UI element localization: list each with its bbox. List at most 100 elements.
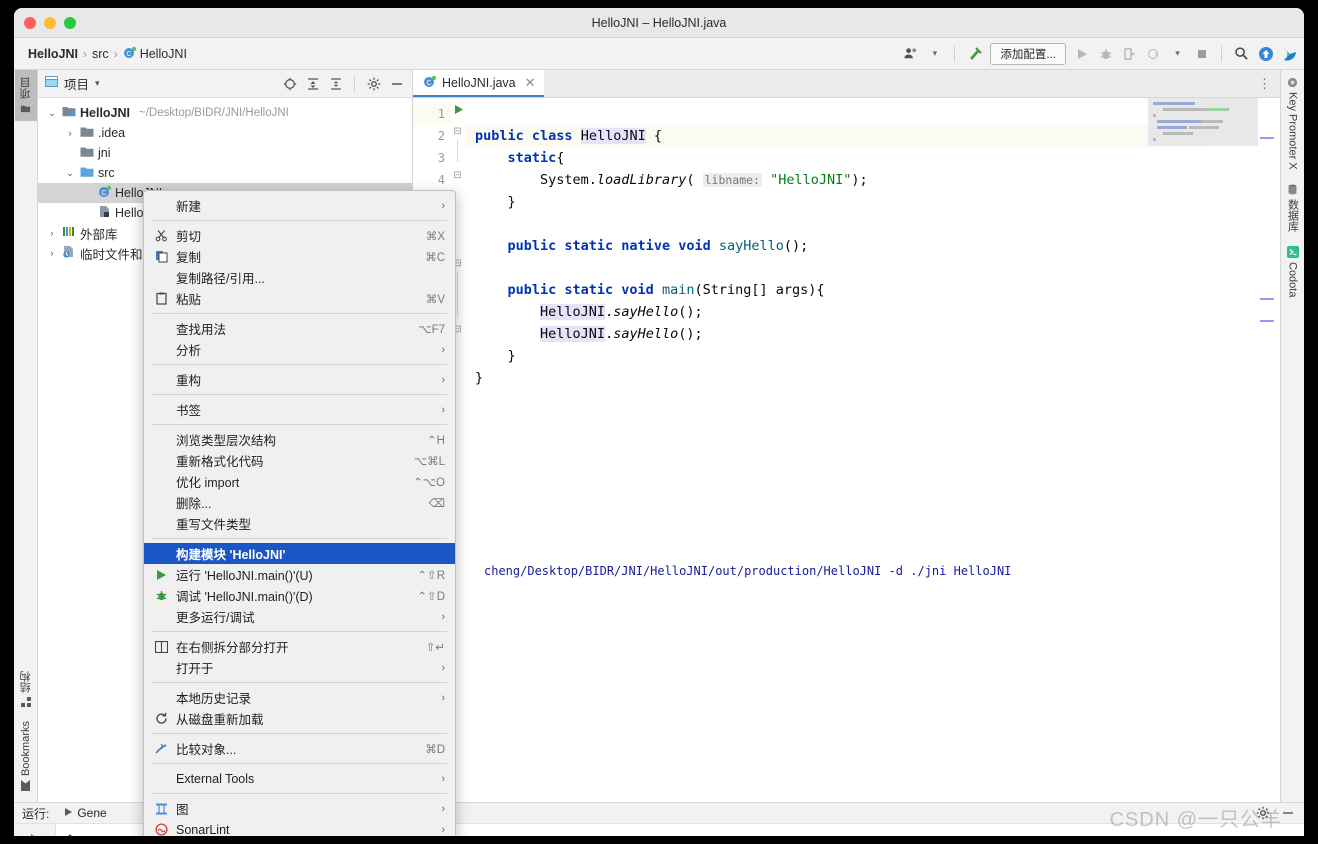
run-tab-general[interactable]: Gene bbox=[57, 803, 112, 823]
code-line-2: static{ bbox=[507, 150, 565, 166]
code-minimap[interactable] bbox=[1148, 98, 1258, 146]
editor-options-icon[interactable]: ⋮ bbox=[1258, 76, 1272, 92]
rerun-icon[interactable] bbox=[24, 829, 46, 836]
menu-item-find-usages[interactable]: 查找用法 ⌥F7 bbox=[144, 318, 455, 339]
sidebar-item-codota[interactable]: Codota bbox=[1284, 239, 1302, 304]
panel-divider bbox=[354, 75, 355, 92]
tree-row-hellojni-module[interactable]: ⌄ HelloJNI ~/Desktop/BIDR/JNI/HelloJNI bbox=[38, 103, 412, 123]
stop-icon[interactable] bbox=[1193, 45, 1210, 62]
tree-row-idea[interactable]: › .idea bbox=[38, 123, 412, 143]
update-icon[interactable] bbox=[1257, 45, 1274, 62]
gear-icon[interactable] bbox=[1254, 805, 1271, 822]
menu-item-type-hierarchy[interactable]: 浏览类型层次结构 ⌃H bbox=[144, 429, 455, 450]
code-content[interactable]: public class HelloJNI { static{ System.l… bbox=[465, 98, 1202, 802]
locate-icon[interactable] bbox=[281, 75, 298, 92]
tree-label: HelloJNI bbox=[80, 106, 131, 120]
sidebar-item-key-promoter[interactable]: Key Promoter X bbox=[1284, 70, 1302, 177]
chevron-right-icon[interactable]: › bbox=[46, 248, 58, 258]
menu-item-label: 运行 'HelloJNI.main()'(U) bbox=[176, 569, 313, 583]
code-editor[interactable]: 1 2 3 4 ⊟ ⊟ ⊟ ⊟ public class HelloJNI { bbox=[413, 98, 1280, 802]
menu-item-split-right[interactable]: 在右侧拆分部分打开 ⇧↵ bbox=[144, 636, 455, 657]
menu-item-sonarlint[interactable]: SonarLint › bbox=[144, 819, 455, 836]
sidebar-item-database[interactable]: 数据库 bbox=[1282, 177, 1304, 239]
close-icon[interactable]: ✕ bbox=[525, 75, 536, 91]
minimize-icon[interactable] bbox=[1279, 805, 1296, 822]
breadcrumb-file[interactable]: C HelloJNI bbox=[123, 46, 187, 62]
up-icon[interactable] bbox=[59, 829, 81, 836]
fold-marker-icon[interactable]: ⊟ bbox=[451, 126, 464, 137]
ide-window: HelloJNI – HelloJNI.java HelloJNI › src … bbox=[14, 8, 1304, 836]
menu-item-more-run-debug[interactable]: 更多运行/调试 › bbox=[144, 606, 455, 627]
scratches-icon bbox=[62, 245, 76, 261]
menu-item-build-module[interactable]: 构建模块 'HelloJNI' bbox=[144, 543, 455, 564]
user-icon[interactable] bbox=[902, 45, 919, 62]
menu-item-shortcut: ⌃⇧D bbox=[417, 590, 445, 603]
scroll-marker[interactable] bbox=[1260, 320, 1274, 322]
key-promoter-icon bbox=[1287, 77, 1299, 88]
menu-item-analyze[interactable]: 分析 › bbox=[144, 339, 455, 360]
chevron-right-icon[interactable]: › bbox=[46, 228, 58, 238]
chevron-down-icon[interactable]: ▾ bbox=[95, 78, 100, 89]
editor-scrollbar[interactable] bbox=[1258, 98, 1280, 802]
chevron-down-icon[interactable]: ▾ bbox=[926, 45, 943, 62]
menu-item-copy-path[interactable]: 复制路径/引用... bbox=[144, 267, 455, 288]
menu-item-shortcut: ⌘V bbox=[425, 293, 445, 306]
tab-hellojni-java[interactable]: C HelloJNI.java ✕ bbox=[413, 70, 544, 97]
menu-item-cut[interactable]: 剪切 ⌘X bbox=[144, 225, 455, 246]
add-configuration-button[interactable]: 添加配置... bbox=[990, 42, 1066, 65]
menu-item-optimize-imports[interactable]: 优化 import ⌃⌥O bbox=[144, 471, 455, 492]
chevron-down-icon[interactable]: ▾ bbox=[1169, 45, 1186, 62]
expand-all-icon[interactable] bbox=[304, 75, 321, 92]
minimap-row bbox=[1201, 120, 1223, 123]
code-line-12: } bbox=[475, 370, 484, 386]
codota-icon[interactable] bbox=[1281, 45, 1298, 62]
menu-item-new[interactable]: 新建 › bbox=[144, 195, 455, 216]
breadcrumb-project[interactable]: HelloJNI bbox=[28, 47, 78, 61]
chevron-down-icon[interactable]: ⌄ bbox=[46, 108, 58, 119]
scroll-marker[interactable] bbox=[1260, 298, 1274, 300]
menu-item-run-main[interactable]: 运行 'HelloJNI.main()'(U) ⌃⇧R bbox=[144, 564, 455, 585]
menu-item-label: 复制 bbox=[176, 251, 202, 265]
sidebar-item-project[interactable]: 项目 bbox=[14, 70, 37, 121]
menu-item-copy[interactable]: 复制 ⌘C bbox=[144, 246, 455, 267]
menu-item-label: 打开于 bbox=[176, 662, 214, 676]
menu-item-paste[interactable]: 粘贴 ⌘V bbox=[144, 288, 455, 309]
menu-item-diagrams[interactable]: 图 › bbox=[144, 798, 455, 819]
tree-row-jni[interactable]: jni bbox=[38, 143, 412, 163]
search-icon[interactable] bbox=[1233, 45, 1250, 62]
menu-item-reload-from-disk[interactable]: 从磁盘重新加载 bbox=[144, 708, 455, 729]
menu-item-compare-with[interactable]: 比较对象... ⌘D bbox=[144, 738, 455, 759]
minimap-row bbox=[1157, 120, 1201, 123]
file-icon bbox=[98, 205, 111, 221]
profile-icon[interactable] bbox=[1145, 45, 1162, 62]
gear-icon[interactable] bbox=[365, 75, 382, 92]
context-menu[interactable]: 新建 › 剪切 ⌘X 复制 ⌘C 复制路径/引用... 粘贴 ⌘V 查找用法 ⌥… bbox=[143, 190, 456, 836]
tree-row-src[interactable]: ⌄ src bbox=[38, 163, 412, 183]
menu-item-shortcut: ⌫ bbox=[428, 497, 445, 510]
coverage-icon[interactable] bbox=[1121, 45, 1138, 62]
menu-item-open-in[interactable]: 打开于 › bbox=[144, 657, 455, 678]
hide-panel-icon[interactable] bbox=[388, 75, 405, 92]
menu-item-local-history[interactable]: 本地历史记录 › bbox=[144, 687, 455, 708]
menu-item-external-tools[interactable]: External Tools › bbox=[144, 768, 455, 789]
menu-item-override-file-type[interactable]: 重写文件类型 bbox=[144, 513, 455, 534]
sidebar-item-bookmarks[interactable]: Bookmarks bbox=[17, 714, 35, 798]
scroll-marker[interactable] bbox=[1260, 137, 1274, 139]
menu-item-delete[interactable]: 删除... ⌫ bbox=[144, 492, 455, 513]
menu-item-bookmarks[interactable]: 书签 › bbox=[144, 399, 455, 420]
sidebar-item-structure[interactable]: 结构 bbox=[15, 664, 37, 714]
run-icon[interactable] bbox=[1073, 45, 1090, 62]
menu-item-reformat-code[interactable]: 重新格式化代码 ⌥⌘L bbox=[144, 450, 455, 471]
menu-item-debug-main[interactable]: 调试 'HelloJNI.main()'(D) ⌃⇧D bbox=[144, 585, 455, 606]
diagram-icon bbox=[152, 803, 170, 815]
hammer-icon[interactable] bbox=[966, 45, 983, 62]
sidebar-item-codota-label: Codota bbox=[1286, 261, 1299, 298]
fold-marker-icon[interactable]: ⊟ bbox=[451, 170, 464, 181]
chevron-right-icon[interactable]: › bbox=[64, 128, 76, 138]
breadcrumb-folder[interactable]: src bbox=[92, 47, 109, 61]
menu-item-refactor[interactable]: 重构 › bbox=[144, 369, 455, 390]
chevron-down-icon[interactable]: ⌄ bbox=[64, 168, 76, 179]
code-line-8: public static void main(String[] args){ bbox=[507, 282, 825, 298]
debug-icon[interactable] bbox=[1097, 45, 1114, 62]
collapse-all-icon[interactable] bbox=[327, 75, 344, 92]
